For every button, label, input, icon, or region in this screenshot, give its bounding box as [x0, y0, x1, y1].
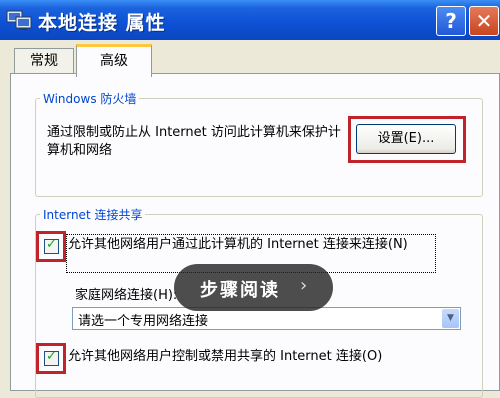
- check-mark-icon: ✓: [46, 349, 57, 364]
- home-network-select-value: 请选一个专用网络连接: [78, 314, 209, 329]
- chevron-down-icon[interactable]: ▼: [442, 309, 459, 328]
- step-reading-overlay[interactable]: 步骤阅读 ›: [174, 264, 333, 311]
- tab-advanced[interactable]: 高级: [76, 44, 152, 77]
- close-button[interactable]: ✕: [469, 6, 499, 36]
- ics-group-title: Internet 连接共享: [43, 208, 143, 222]
- firewall-group-title: Windows 防火墙: [43, 92, 137, 106]
- firewall-settings-button[interactable]: 设置(E)...: [356, 124, 456, 154]
- help-button[interactable]: ?: [436, 6, 466, 36]
- title-bar[interactable]: 本地连接 属性 ? ✕: [0, 0, 500, 40]
- home-network-label: 家庭网络连接(H):: [75, 288, 178, 303]
- tab-general[interactable]: 常规: [14, 48, 74, 73]
- network-connection-icon: [6, 10, 32, 30]
- firewall-description: 通过限制或防止从 Internet 访问此计算机来保护计算机和网络: [47, 125, 341, 158]
- allow-control-checkbox[interactable]: ✓: [44, 349, 59, 366]
- window-title: 本地连接 属性: [38, 12, 166, 34]
- chevron-right-icon: ›: [300, 275, 308, 296]
- check-mark-icon: ✓: [46, 237, 57, 252]
- allow-connect-checkbox[interactable]: ✓: [44, 237, 59, 254]
- overlay-text: 步骤阅读: [200, 280, 280, 301]
- allow-control-label[interactable]: 允许其他网络用户控制或禁用共享的 Internet 连接(O): [68, 347, 433, 366]
- allow-connect-label[interactable]: 允许其他网络用户通过此计算机的 Internet 连接来连接(N): [68, 235, 433, 254]
